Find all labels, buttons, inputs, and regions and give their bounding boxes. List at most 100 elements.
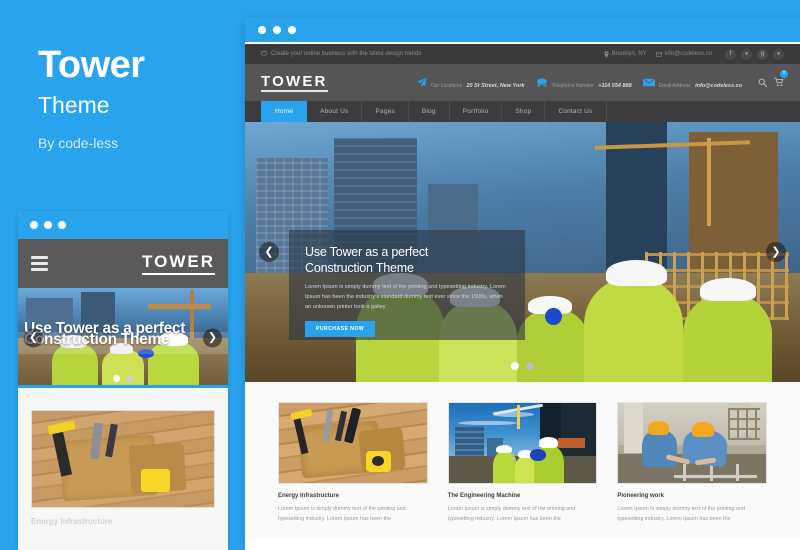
tool-belt-on-wood-art	[279, 403, 427, 483]
hamburger-icon[interactable]	[31, 256, 48, 271]
info-telephone-value: +114 554 888	[598, 82, 632, 89]
nav-item-home[interactable]: Home	[261, 101, 308, 122]
brand-title: Tower	[38, 44, 145, 86]
hero-headline-line2: Construction Theme	[305, 261, 414, 275]
site-contact-infos: Our Locations 20 St Street, New York Tel…	[416, 69, 788, 92]
crane-mast-art	[516, 405, 520, 430]
orange-panel-art	[557, 438, 585, 448]
hero-next-chevron-right-icon[interactable]: ❯	[766, 242, 786, 262]
workers-building-wall-art	[618, 403, 767, 483]
mobile-viewport: TOWER Use Tower as a perfect Constructio…	[18, 239, 228, 550]
topbar-contact-group: Brooklyn, NY info@codeless.co f ● g ●	[603, 48, 784, 60]
hero-dot-1[interactable]	[511, 362, 519, 370]
paper-plane-icon	[416, 77, 427, 88]
brand-author: By code-less	[38, 134, 119, 151]
pillar-art	[624, 403, 644, 453]
mobile-site-logo[interactable]: TOWER	[142, 252, 215, 275]
window-dot-maximize-icon[interactable]	[58, 221, 66, 229]
hero-pagination[interactable]	[245, 362, 800, 370]
header-tools: 0	[758, 69, 788, 92]
hero-crane-arm-art	[148, 304, 212, 309]
nav-item-blog[interactable]: Blog	[409, 101, 450, 122]
topbar-email[interactable]: info@codeless.co	[655, 51, 712, 57]
mobile-hero-dot-2[interactable]	[126, 375, 133, 382]
feature-card-title: Energy Infrastructure	[278, 493, 340, 499]
info-telephone: Telephone Number +114 554 888	[536, 74, 632, 92]
helmet-art	[538, 437, 558, 448]
building-art	[454, 427, 485, 458]
window-dot-close-icon[interactable]	[258, 26, 266, 34]
feature-card[interactable]: Energy Infrastructure Lorem Ipsum is sim…	[278, 402, 428, 524]
main-navigation: Home About Us Pages Blog Portfolio Shop …	[245, 101, 800, 122]
info-email-value: info@codeless.co	[695, 82, 742, 89]
nav-item-about-us[interactable]: About Us	[307, 101, 363, 122]
purchase-now-button[interactable]: PURCHASE NOW	[305, 321, 376, 338]
window-dot-minimize-icon[interactable]	[273, 26, 281, 34]
mobile-card-title: Energy Infrastructure	[31, 517, 113, 526]
facebook-icon[interactable]: f	[725, 48, 736, 60]
nav-item-portfolio[interactable]: Portfolio	[450, 101, 503, 122]
feature-card-title: Pioneering work	[617, 493, 665, 499]
desktop-window-titlebar	[245, 18, 800, 44]
feature-card-title: The Engineering Machine	[447, 493, 521, 499]
hero-prev-chevron-left-icon[interactable]: ❮	[259, 242, 279, 262]
site-info-row: TOWER Our Locations 20 St Street, New Yo…	[245, 64, 800, 101]
mobile-hero-slider: Use Tower as a perfect Construction Them…	[18, 288, 228, 388]
site-logo[interactable]: TOWER	[261, 74, 328, 92]
window-dot-close-icon[interactable]	[30, 221, 38, 229]
hero-crane-mast-art	[707, 137, 712, 226]
topbar-location-text: Brooklyn, NY	[611, 51, 647, 57]
nav-item-contact-us[interactable]: Contact Us	[545, 101, 607, 122]
pinterest-icon[interactable]: ●	[773, 48, 784, 60]
worker-art	[641, 430, 678, 467]
mobile-window-titlebar	[18, 211, 228, 239]
cart-button[interactable]: 0	[774, 69, 788, 92]
nav-item-pages[interactable]: Pages	[362, 101, 409, 122]
railing-post-art	[683, 463, 687, 482]
feature-card[interactable]: The Engineering Machine Lorem Ipsum is s…	[447, 402, 598, 524]
info-our-locations-value: 20 St Street, New York	[466, 82, 525, 89]
mobile-hero-pagination[interactable]	[18, 375, 228, 382]
search-icon[interactable]	[758, 78, 767, 87]
topbar-email-text: info@codeless.co	[664, 51, 712, 57]
hero-blue-ball-art	[544, 307, 562, 325]
info-our-locations: Our Locations 20 St Street, New York	[416, 74, 525, 92]
mobile-hero-accent-strip	[18, 385, 228, 388]
site-topbar: Create your online business with the lat…	[245, 44, 800, 64]
info-telephone-label: Telephone Number	[551, 82, 594, 89]
feature-card[interactable]: Pioneering work Lorem Ipsum is simply du…	[617, 402, 768, 524]
feature-card-image	[447, 402, 598, 484]
topbar-location[interactable]: Brooklyn, NY	[603, 50, 647, 58]
tape-measure-art	[141, 468, 171, 492]
feature-card-image	[278, 402, 428, 484]
mobile-hero-dot-1[interactable]	[113, 375, 120, 382]
mobile-card-section: Energy Infrastructure	[18, 388, 228, 550]
left-promo-panel: Tower Theme By code-less TOWER Use Tower…	[0, 0, 240, 550]
mobile-hero-prev-chevron-left-icon[interactable]: ❮	[24, 328, 43, 348]
google-plus-icon[interactable]: g	[757, 48, 768, 60]
railing-post-art	[709, 463, 713, 482]
telephone-icon	[536, 78, 547, 87]
brand-subtitle: Theme	[38, 91, 110, 118]
mobile-hero-next-chevron-right-icon[interactable]: ❯	[203, 328, 222, 348]
window-dot-minimize-icon[interactable]	[44, 221, 52, 229]
helmet-art	[647, 421, 669, 435]
railing-art	[674, 475, 758, 479]
mobile-site-header: TOWER	[18, 239, 228, 288]
twitter-icon[interactable]: ●	[741, 48, 752, 60]
mobile-preview-window: TOWER Use Tower as a perfect Constructio…	[18, 211, 228, 550]
brand-block: Tower Theme By code-less	[38, 44, 145, 151]
hero-helmet-art	[605, 259, 667, 286]
helmet-art	[692, 422, 715, 437]
topbar-tagline: Create your online business with the lat…	[271, 51, 422, 57]
mobile-hero-headline: Use Tower as a perfect Construction Them…	[18, 321, 228, 348]
envelope-icon	[655, 51, 662, 57]
feature-card-description: Lorem Ipsum is simply dummy text of the …	[278, 506, 406, 522]
window-dot-maximize-icon[interactable]	[288, 26, 296, 34]
hero-worker-art	[102, 350, 144, 388]
hero-dot-2[interactable]	[526, 362, 534, 370]
cart-count-badge: 0	[780, 69, 788, 78]
tape-measure-center-art	[372, 455, 384, 467]
hero-headline-line1: Use Tower as a perfect	[305, 245, 429, 259]
nav-item-shop[interactable]: Shop	[502, 101, 546, 122]
